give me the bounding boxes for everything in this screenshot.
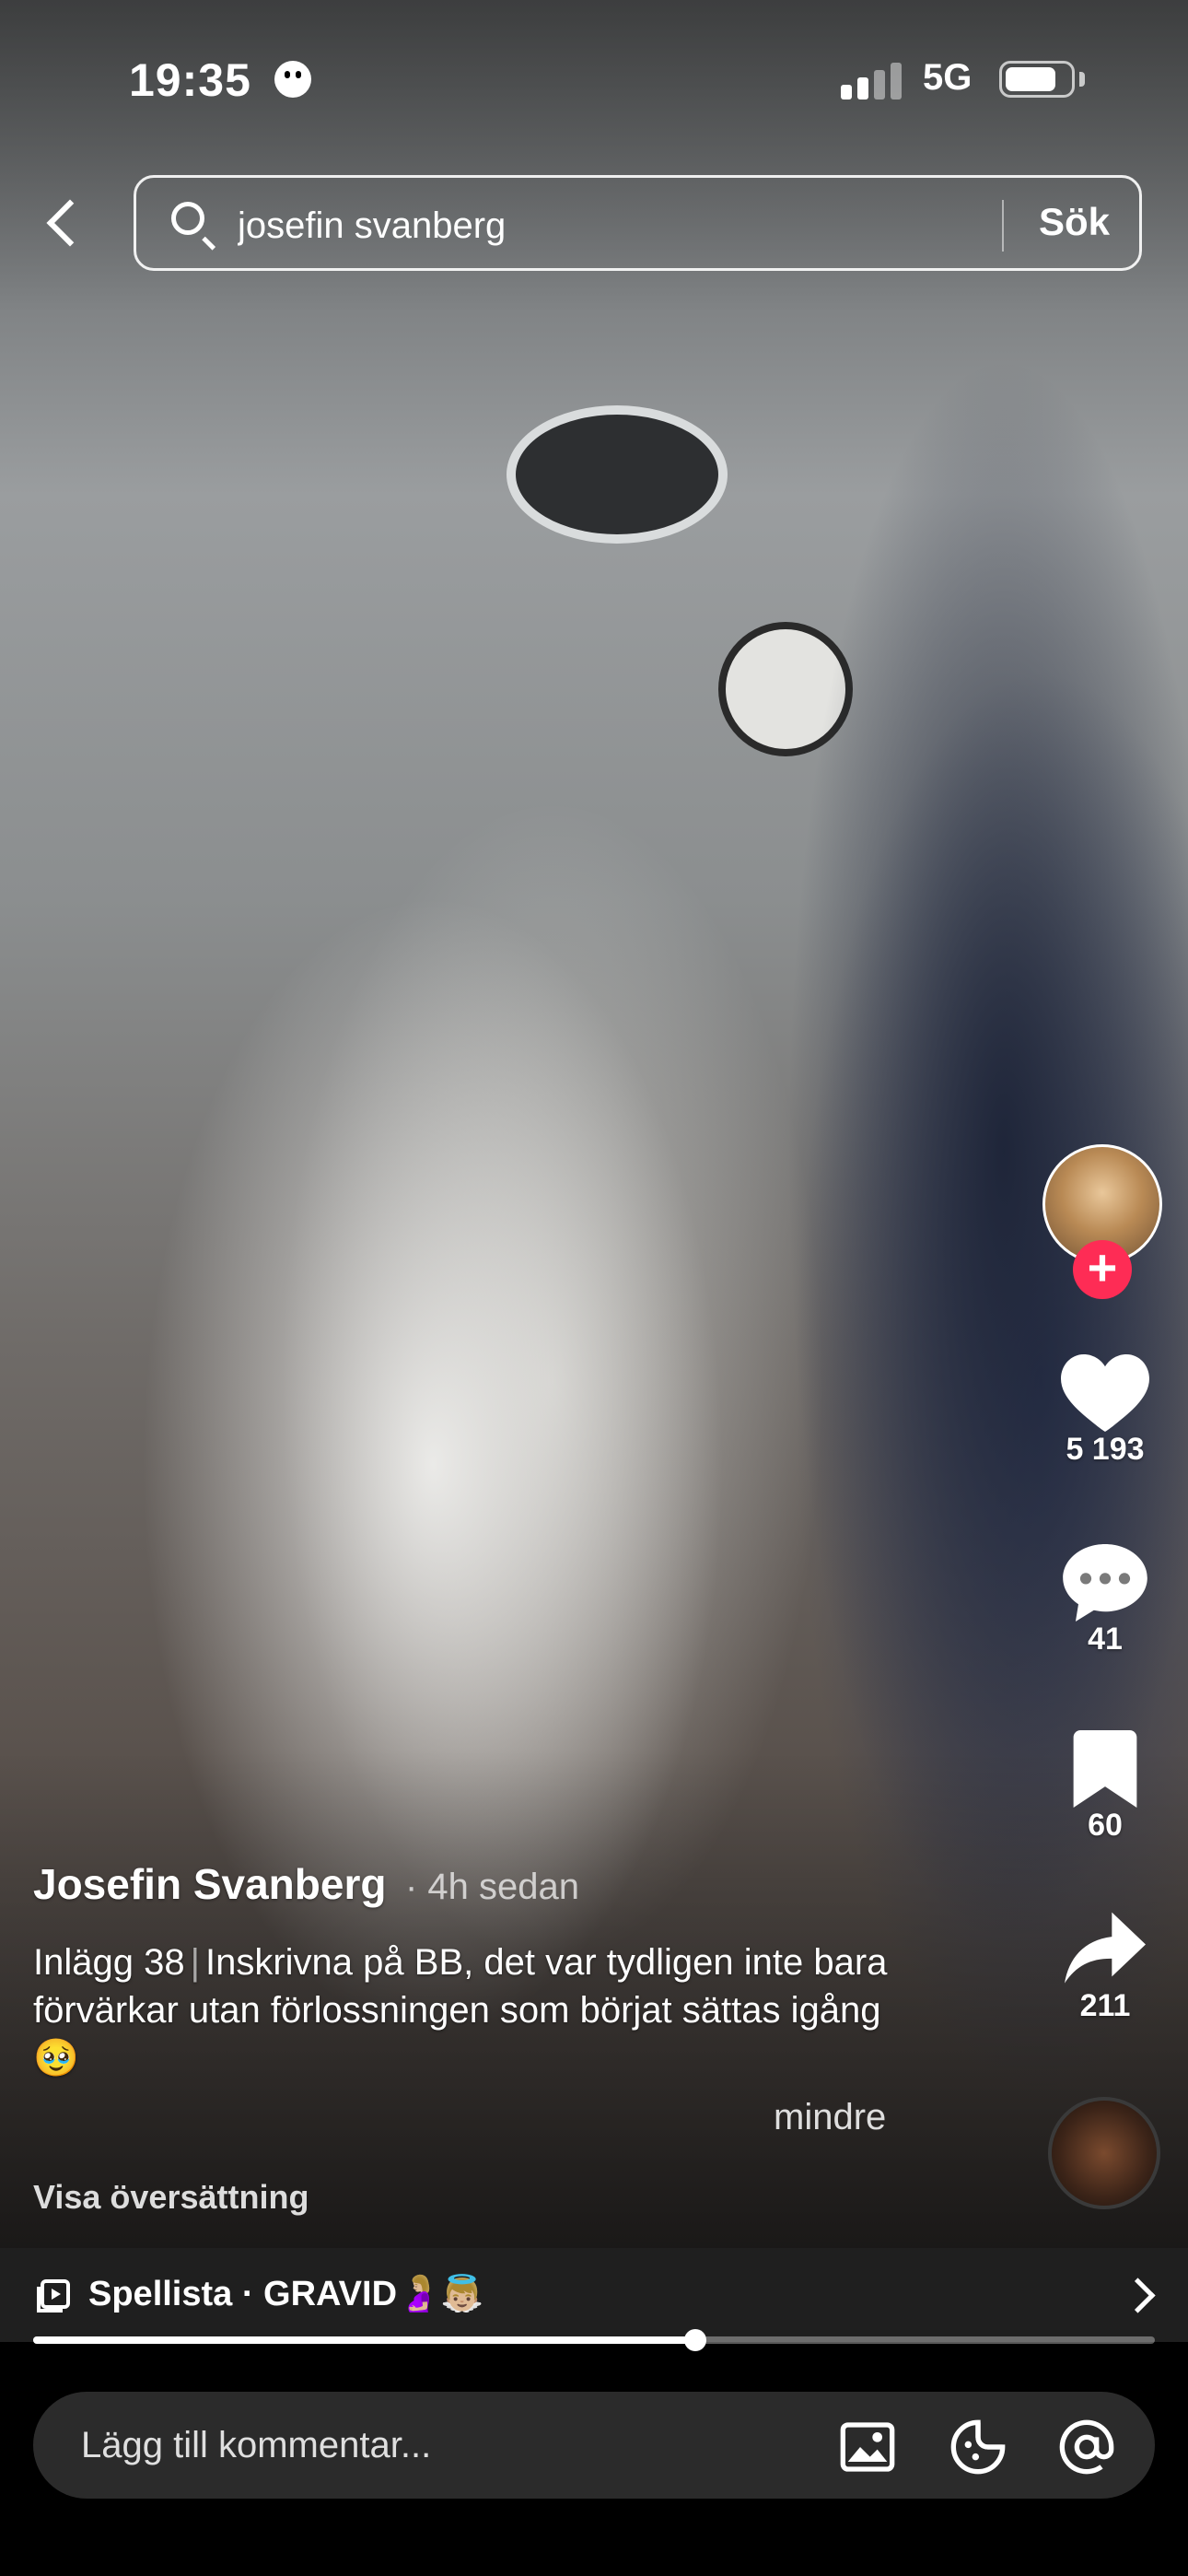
- comment-input[interactable]: [81, 2419, 781, 2471]
- signal-strength-icon: [841, 63, 907, 100]
- follow-button[interactable]: +: [1073, 1240, 1132, 1299]
- caption-separator: |: [190, 1942, 200, 1983]
- comment-icon: [1050, 1544, 1160, 1622]
- mention-icon[interactable]: [1057, 2418, 1116, 2476]
- comment-count: 41: [1088, 1622, 1123, 1657]
- status-time: 19:35: [129, 54, 251, 106]
- playlist-icon: [35, 2277, 72, 2314]
- video-frame[interactable]: [0, 0, 1188, 2248]
- ceiling-lamp: [507, 405, 728, 544]
- bookmark-icon: [1050, 1730, 1160, 1808]
- network-type: 5G: [923, 57, 973, 98]
- share-button[interactable]: 211: [1050, 1911, 1160, 2024]
- battery-icon: [999, 61, 1075, 98]
- search-divider: [1002, 200, 1004, 252]
- sticker-icon[interactable]: [949, 2418, 1007, 2476]
- post-caption: Inlägg 38 | Inskrivna på BB, det var tydli…: [33, 1938, 890, 2082]
- image-icon[interactable]: [838, 2418, 897, 2476]
- heart-icon: [1050, 1354, 1160, 1432]
- playback-progress-fill: [33, 2336, 695, 2344]
- like-button[interactable]: 5 193: [1050, 1354, 1160, 1468]
- sound-disc[interactable]: [1048, 2097, 1160, 2209]
- search-submit-button[interactable]: Sök: [1039, 200, 1110, 244]
- show-translation-link[interactable]: Visa översättning: [33, 2178, 309, 2217]
- save-count: 60: [1088, 1808, 1123, 1843]
- search-icon: [171, 202, 204, 235]
- comment-bar[interactable]: [33, 2392, 1155, 2499]
- caption-post-number: Inlägg 38: [33, 1942, 185, 1983]
- comment-button[interactable]: 41: [1050, 1544, 1160, 1657]
- author-name[interactable]: Josefin Svanberg: [33, 1859, 386, 1909]
- like-count: 5 193: [1066, 1432, 1145, 1467]
- search-input[interactable]: [238, 200, 993, 252]
- show-less-link[interactable]: mindre: [774, 2097, 886, 2138]
- chevron-right-icon: [1120, 2277, 1156, 2313]
- focus-mode-icon: [274, 61, 311, 98]
- back-button[interactable]: [39, 193, 85, 252]
- battery-cap: [1079, 72, 1085, 87]
- playback-scrubber[interactable]: [683, 2329, 706, 2351]
- playback-progress-bar[interactable]: [33, 2329, 1155, 2351]
- save-button[interactable]: 60: [1050, 1730, 1160, 1844]
- playlist-label: Spellista · GRAVID🤰🏼👼🏼: [88, 2275, 484, 2313]
- search-bar[interactable]: Sök: [134, 175, 1142, 271]
- playlist-bar[interactable]: Spellista · GRAVID🤰🏼👼🏼: [0, 2248, 1188, 2342]
- battery-level: [1006, 67, 1056, 91]
- share-count: 211: [1079, 1988, 1131, 2023]
- share-icon: [1050, 1911, 1160, 1988]
- post-time: · 4h sedan: [405, 1867, 580, 1907]
